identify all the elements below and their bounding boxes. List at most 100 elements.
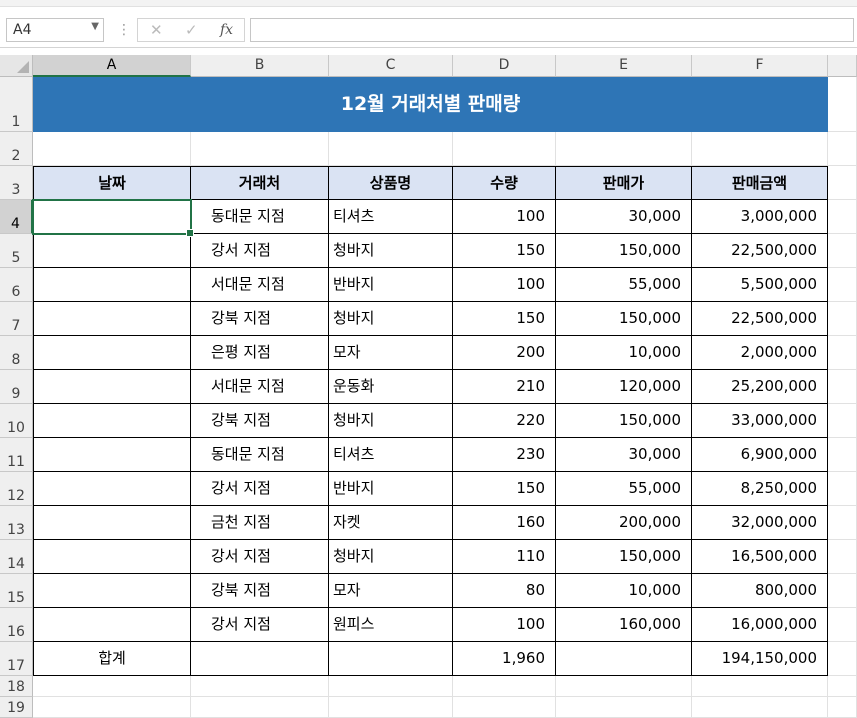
column-header-e[interactable]: E <box>556 55 692 77</box>
cell-empty[interactable] <box>828 540 857 574</box>
table-cell[interactable] <box>33 506 191 540</box>
row-header-3[interactable]: 3 <box>0 166 33 200</box>
cell-empty[interactable] <box>33 132 191 166</box>
table-cell[interactable]: 150 <box>453 472 556 506</box>
column-header-a[interactable]: A <box>33 55 191 77</box>
cell-empty[interactable] <box>828 676 857 697</box>
cell-empty[interactable] <box>828 166 857 200</box>
table-cell[interactable]: 150 <box>453 234 556 268</box>
cell-empty[interactable] <box>191 697 329 718</box>
table-cell[interactable] <box>329 642 453 676</box>
table-cell[interactable]: 55,000 <box>556 472 692 506</box>
table-cell[interactable]: 운동화 <box>329 370 453 404</box>
cell-empty[interactable] <box>556 697 692 718</box>
table-cell[interactable]: 800,000 <box>692 574 828 608</box>
table-cell[interactable]: 서대문 지점 <box>191 370 329 404</box>
row-header-6[interactable]: 6 <box>0 268 33 302</box>
enter-icon[interactable]: ✓ <box>185 21 198 39</box>
cell-empty[interactable] <box>828 506 857 540</box>
table-cell[interactable]: 티셔츠 <box>329 200 453 234</box>
table-cell[interactable]: 194,150,000 <box>692 642 828 676</box>
table-cell[interactable]: 8,250,000 <box>692 472 828 506</box>
cell-empty[interactable] <box>191 132 329 166</box>
table-cell[interactable] <box>33 336 191 370</box>
cell-empty[interactable] <box>828 302 857 336</box>
cell-empty[interactable] <box>453 132 556 166</box>
row-header-12[interactable]: 12 <box>0 472 33 506</box>
table-cell[interactable]: 6,900,000 <box>692 438 828 472</box>
cell-empty[interactable] <box>828 608 857 642</box>
table-cell[interactable]: 동대문 지점 <box>191 438 329 472</box>
column-header-f[interactable]: F <box>692 55 828 77</box>
table-cell[interactable]: 110 <box>453 540 556 574</box>
table-cell[interactable] <box>33 370 191 404</box>
table-cell[interactable]: 청바지 <box>329 540 453 574</box>
table-cell[interactable] <box>33 302 191 336</box>
table-header-cell[interactable]: 판매가 <box>556 166 692 200</box>
row-header-7[interactable]: 7 <box>0 302 33 336</box>
cell-empty[interactable] <box>828 438 857 472</box>
table-cell[interactable] <box>33 608 191 642</box>
table-cell[interactable]: 22,500,000 <box>692 302 828 336</box>
table-cell[interactable] <box>33 472 191 506</box>
table-cell[interactable]: 3,000,000 <box>692 200 828 234</box>
table-header-cell[interactable]: 거래처 <box>191 166 329 200</box>
table-cell[interactable]: 100 <box>453 608 556 642</box>
table-cell[interactable]: 160,000 <box>556 608 692 642</box>
cell-empty[interactable] <box>828 234 857 268</box>
table-cell[interactable] <box>33 540 191 574</box>
formula-input[interactable] <box>250 18 854 42</box>
cell-empty[interactable] <box>692 676 828 697</box>
table-cell[interactable]: 230 <box>453 438 556 472</box>
table-cell[interactable]: 120,000 <box>556 370 692 404</box>
table-cell[interactable]: 200,000 <box>556 506 692 540</box>
cell-empty[interactable] <box>828 697 857 718</box>
more-icon[interactable]: ⋮ <box>117 22 131 38</box>
cell-empty[interactable] <box>828 642 857 676</box>
table-cell[interactable]: 모자 <box>329 336 453 370</box>
table-cell[interactable]: 150,000 <box>556 234 692 268</box>
table-cell[interactable]: 55,000 <box>556 268 692 302</box>
table-cell[interactable]: 32,000,000 <box>692 506 828 540</box>
table-cell[interactable]: 5,500,000 <box>692 268 828 302</box>
table-cell[interactable]: 150,000 <box>556 302 692 336</box>
table-cell[interactable]: 25,200,000 <box>692 370 828 404</box>
row-header-1[interactable]: 1 <box>0 77 33 132</box>
table-cell[interactable]: 은평 지점 <box>191 336 329 370</box>
table-cell[interactable]: 강북 지점 <box>191 404 329 438</box>
table-cell[interactable]: 100 <box>453 200 556 234</box>
cell-empty[interactable] <box>828 132 857 166</box>
row-header-17[interactable]: 17 <box>0 642 33 676</box>
cell-empty[interactable] <box>453 697 556 718</box>
row-header-15[interactable]: 15 <box>0 574 33 608</box>
table-cell[interactable]: 원피스 <box>329 608 453 642</box>
table-cell[interactable]: 160 <box>453 506 556 540</box>
cell-empty[interactable] <box>828 370 857 404</box>
table-cell[interactable]: 10,000 <box>556 336 692 370</box>
row-header-8[interactable]: 8 <box>0 336 33 370</box>
cell-empty[interactable] <box>692 697 828 718</box>
name-box[interactable]: A4 ▼ <box>6 18 104 42</box>
cell-empty[interactable] <box>828 574 857 608</box>
cell-empty[interactable] <box>453 676 556 697</box>
sheet-title[interactable]: 12월 거래처별 판매량 <box>33 77 828 132</box>
table-cell[interactable]: 강서 지점 <box>191 472 329 506</box>
row-header-9[interactable]: 9 <box>0 370 33 404</box>
table-cell[interactable]: 1,960 <box>453 642 556 676</box>
cell-empty[interactable] <box>191 676 329 697</box>
row-header-14[interactable]: 14 <box>0 540 33 574</box>
table-cell[interactable]: 150,000 <box>556 540 692 574</box>
table-cell[interactable] <box>33 404 191 438</box>
select-all-button[interactable] <box>0 55 33 77</box>
table-cell[interactable]: 220 <box>453 404 556 438</box>
cell-empty[interactable] <box>329 132 453 166</box>
table-cell[interactable] <box>556 642 692 676</box>
row-header-5[interactable]: 5 <box>0 234 33 268</box>
row-header-13[interactable]: 13 <box>0 506 33 540</box>
table-cell[interactable]: 자켓 <box>329 506 453 540</box>
table-cell[interactable] <box>33 268 191 302</box>
table-cell[interactable]: 청바지 <box>329 404 453 438</box>
table-cell[interactable] <box>33 438 191 472</box>
table-cell[interactable]: 강북 지점 <box>191 574 329 608</box>
table-cell[interactable]: 2,000,000 <box>692 336 828 370</box>
